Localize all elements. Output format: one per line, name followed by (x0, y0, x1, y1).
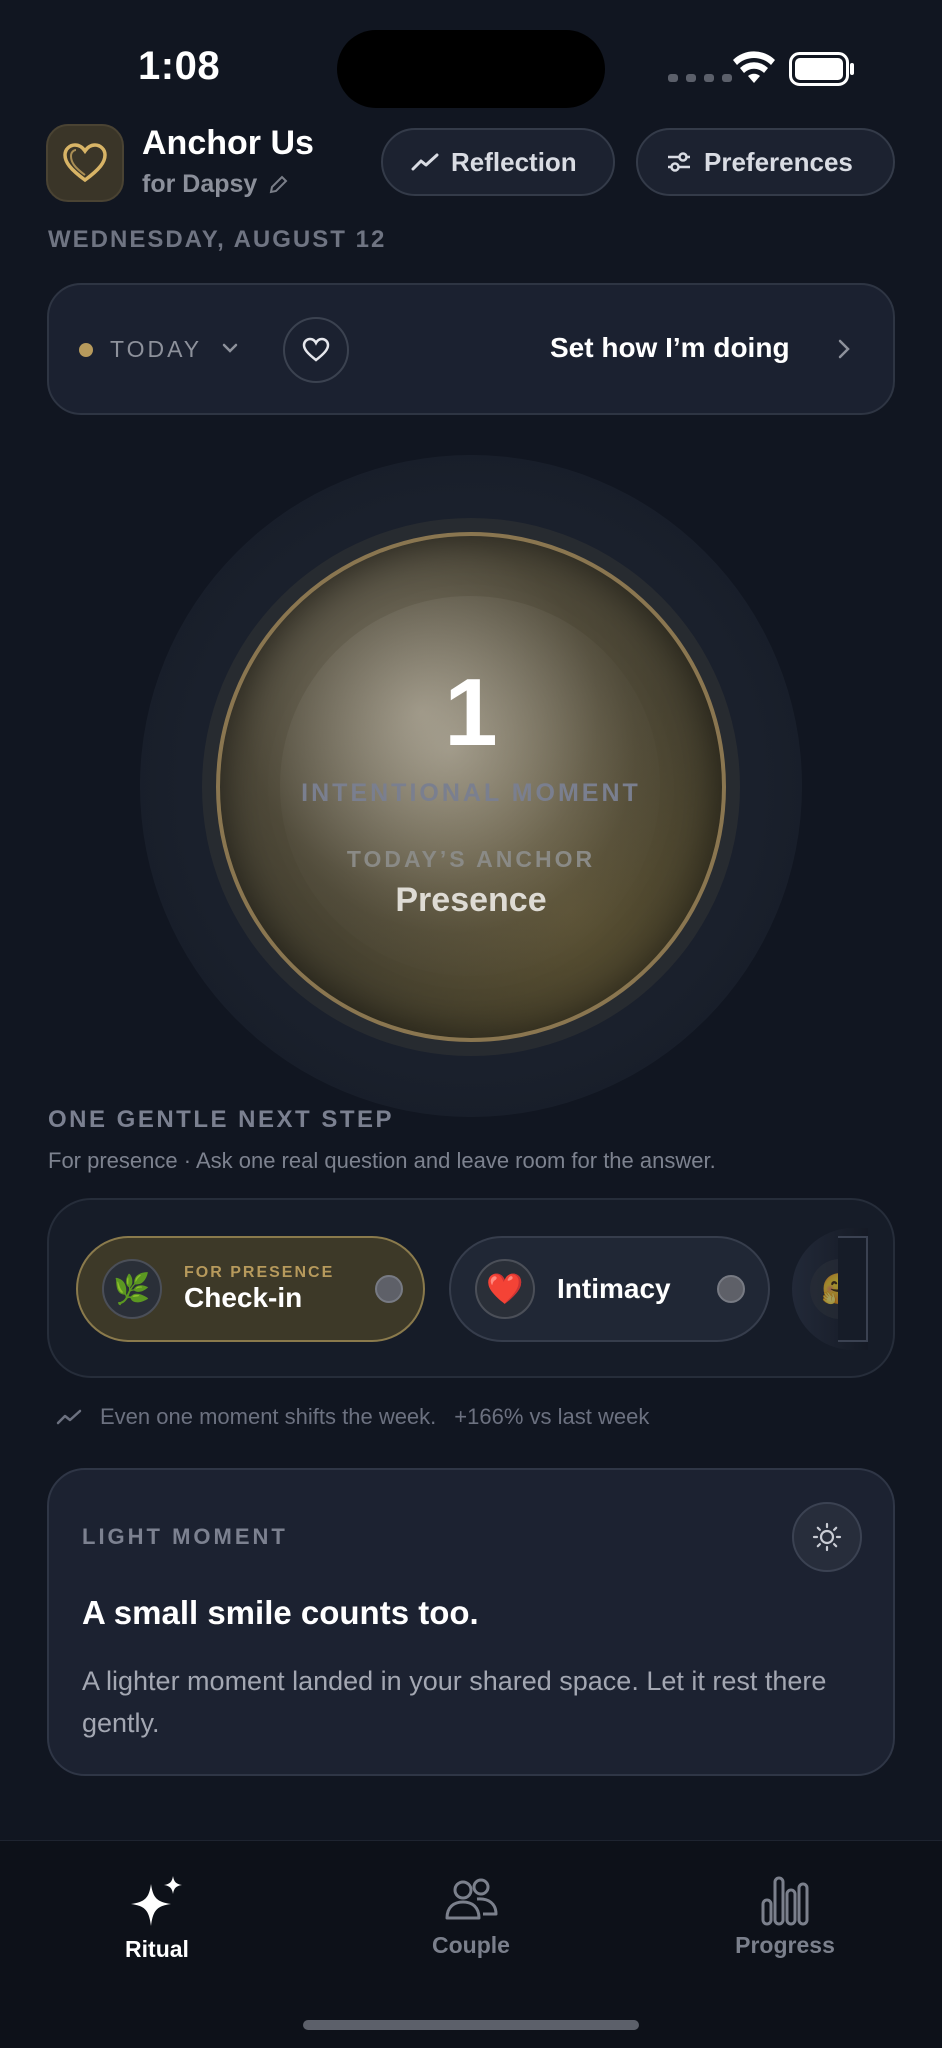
sun-button[interactable] (792, 1502, 862, 1572)
chevron-right-icon[interactable] (833, 337, 855, 361)
trend-icon (411, 153, 439, 171)
bar-chart-icon (761, 1876, 809, 1926)
chip-label: Intimacy (557, 1273, 671, 1304)
dynamic-island (337, 30, 605, 108)
pencil-icon[interactable] (267, 174, 289, 196)
trend-text: Even one moment shifts the week. (100, 1404, 437, 1429)
reflection-label: Reflection (451, 146, 577, 177)
tab-label: Progress (735, 1932, 835, 1958)
battery-icon (789, 52, 854, 86)
trend-icon (56, 1409, 82, 1425)
sun-icon (812, 1522, 842, 1552)
preferences-button[interactable]: Preferences (636, 128, 895, 196)
trend-change: +166% vs last week (454, 1404, 650, 1429)
partner-name[interactable]: for Dapsy (142, 170, 289, 199)
set-mood-link[interactable]: Set how I’m doing (550, 332, 790, 364)
chip-check-in[interactable]: 🌿 FOR PRESENCE Check-in (76, 1236, 425, 1342)
today-selector[interactable]: TODAY (110, 336, 202, 363)
app-logo (46, 124, 124, 202)
sparkles-icon (131, 1876, 182, 1926)
heart-icon: ❤️ (475, 1259, 535, 1319)
weekly-trend: Even one moment shifts the week. +166% v… (56, 1404, 649, 1430)
radio-check-in[interactable] (375, 1275, 403, 1303)
moment-count-label: INTENTIONAL MOMENT (301, 779, 641, 807)
heart-logo-icon (63, 143, 107, 183)
cellular-signal-icon (668, 74, 732, 82)
wifi-icon (733, 51, 775, 83)
light-moment-kicker: LIGHT MOMENT (82, 1524, 288, 1549)
app-title: Anchor Us (142, 124, 314, 162)
anchor-value: Presence (395, 881, 547, 919)
chip-kicker: FOR PRESENCE (184, 1264, 335, 1281)
home-indicator[interactable] (303, 2020, 639, 2030)
people-icon (445, 1878, 498, 1920)
chip-label: Check-in (184, 1282, 303, 1313)
mood-heart-button[interactable] (283, 317, 349, 383)
light-moment-title: A small smile counts too. (82, 1594, 479, 1631)
current-date: WEDNESDAY, AUGUST 12 (48, 226, 387, 253)
today-status-dot (79, 343, 93, 357)
tab-couple[interactable]: Couple (381, 1874, 561, 1959)
leaf-icon: 🌿 (102, 1259, 162, 1319)
preferences-label: Preferences (704, 146, 853, 177)
tab-progress[interactable]: Progress (695, 1874, 875, 1959)
radio-intimacy[interactable] (717, 1275, 745, 1303)
moment-count: 1 (444, 659, 498, 766)
light-moment-body: A lighter moment landed in your shared s… (82, 1666, 827, 1738)
status-time: 1:08 (138, 44, 221, 88)
partner-name-label: for Dapsy (142, 170, 258, 198)
heart-outline-icon (302, 337, 330, 362)
next-step-subtitle: For presence · Ask one real question and… (48, 1148, 716, 1173)
anchor-label: TODAY’S ANCHOR (346, 846, 596, 872)
chevron-down-icon[interactable] (220, 338, 240, 358)
reflection-button[interactable]: Reflection (381, 128, 615, 196)
tab-ritual[interactable]: Ritual (67, 1874, 247, 1963)
next-step-title: ONE GENTLE NEXT STEP (48, 1106, 395, 1133)
tab-label: Couple (432, 1932, 510, 1958)
sliders-icon (668, 152, 690, 172)
tab-label: Ritual (125, 1936, 189, 1962)
chip-intimacy[interactable]: ❤️ Intimacy (449, 1236, 770, 1342)
